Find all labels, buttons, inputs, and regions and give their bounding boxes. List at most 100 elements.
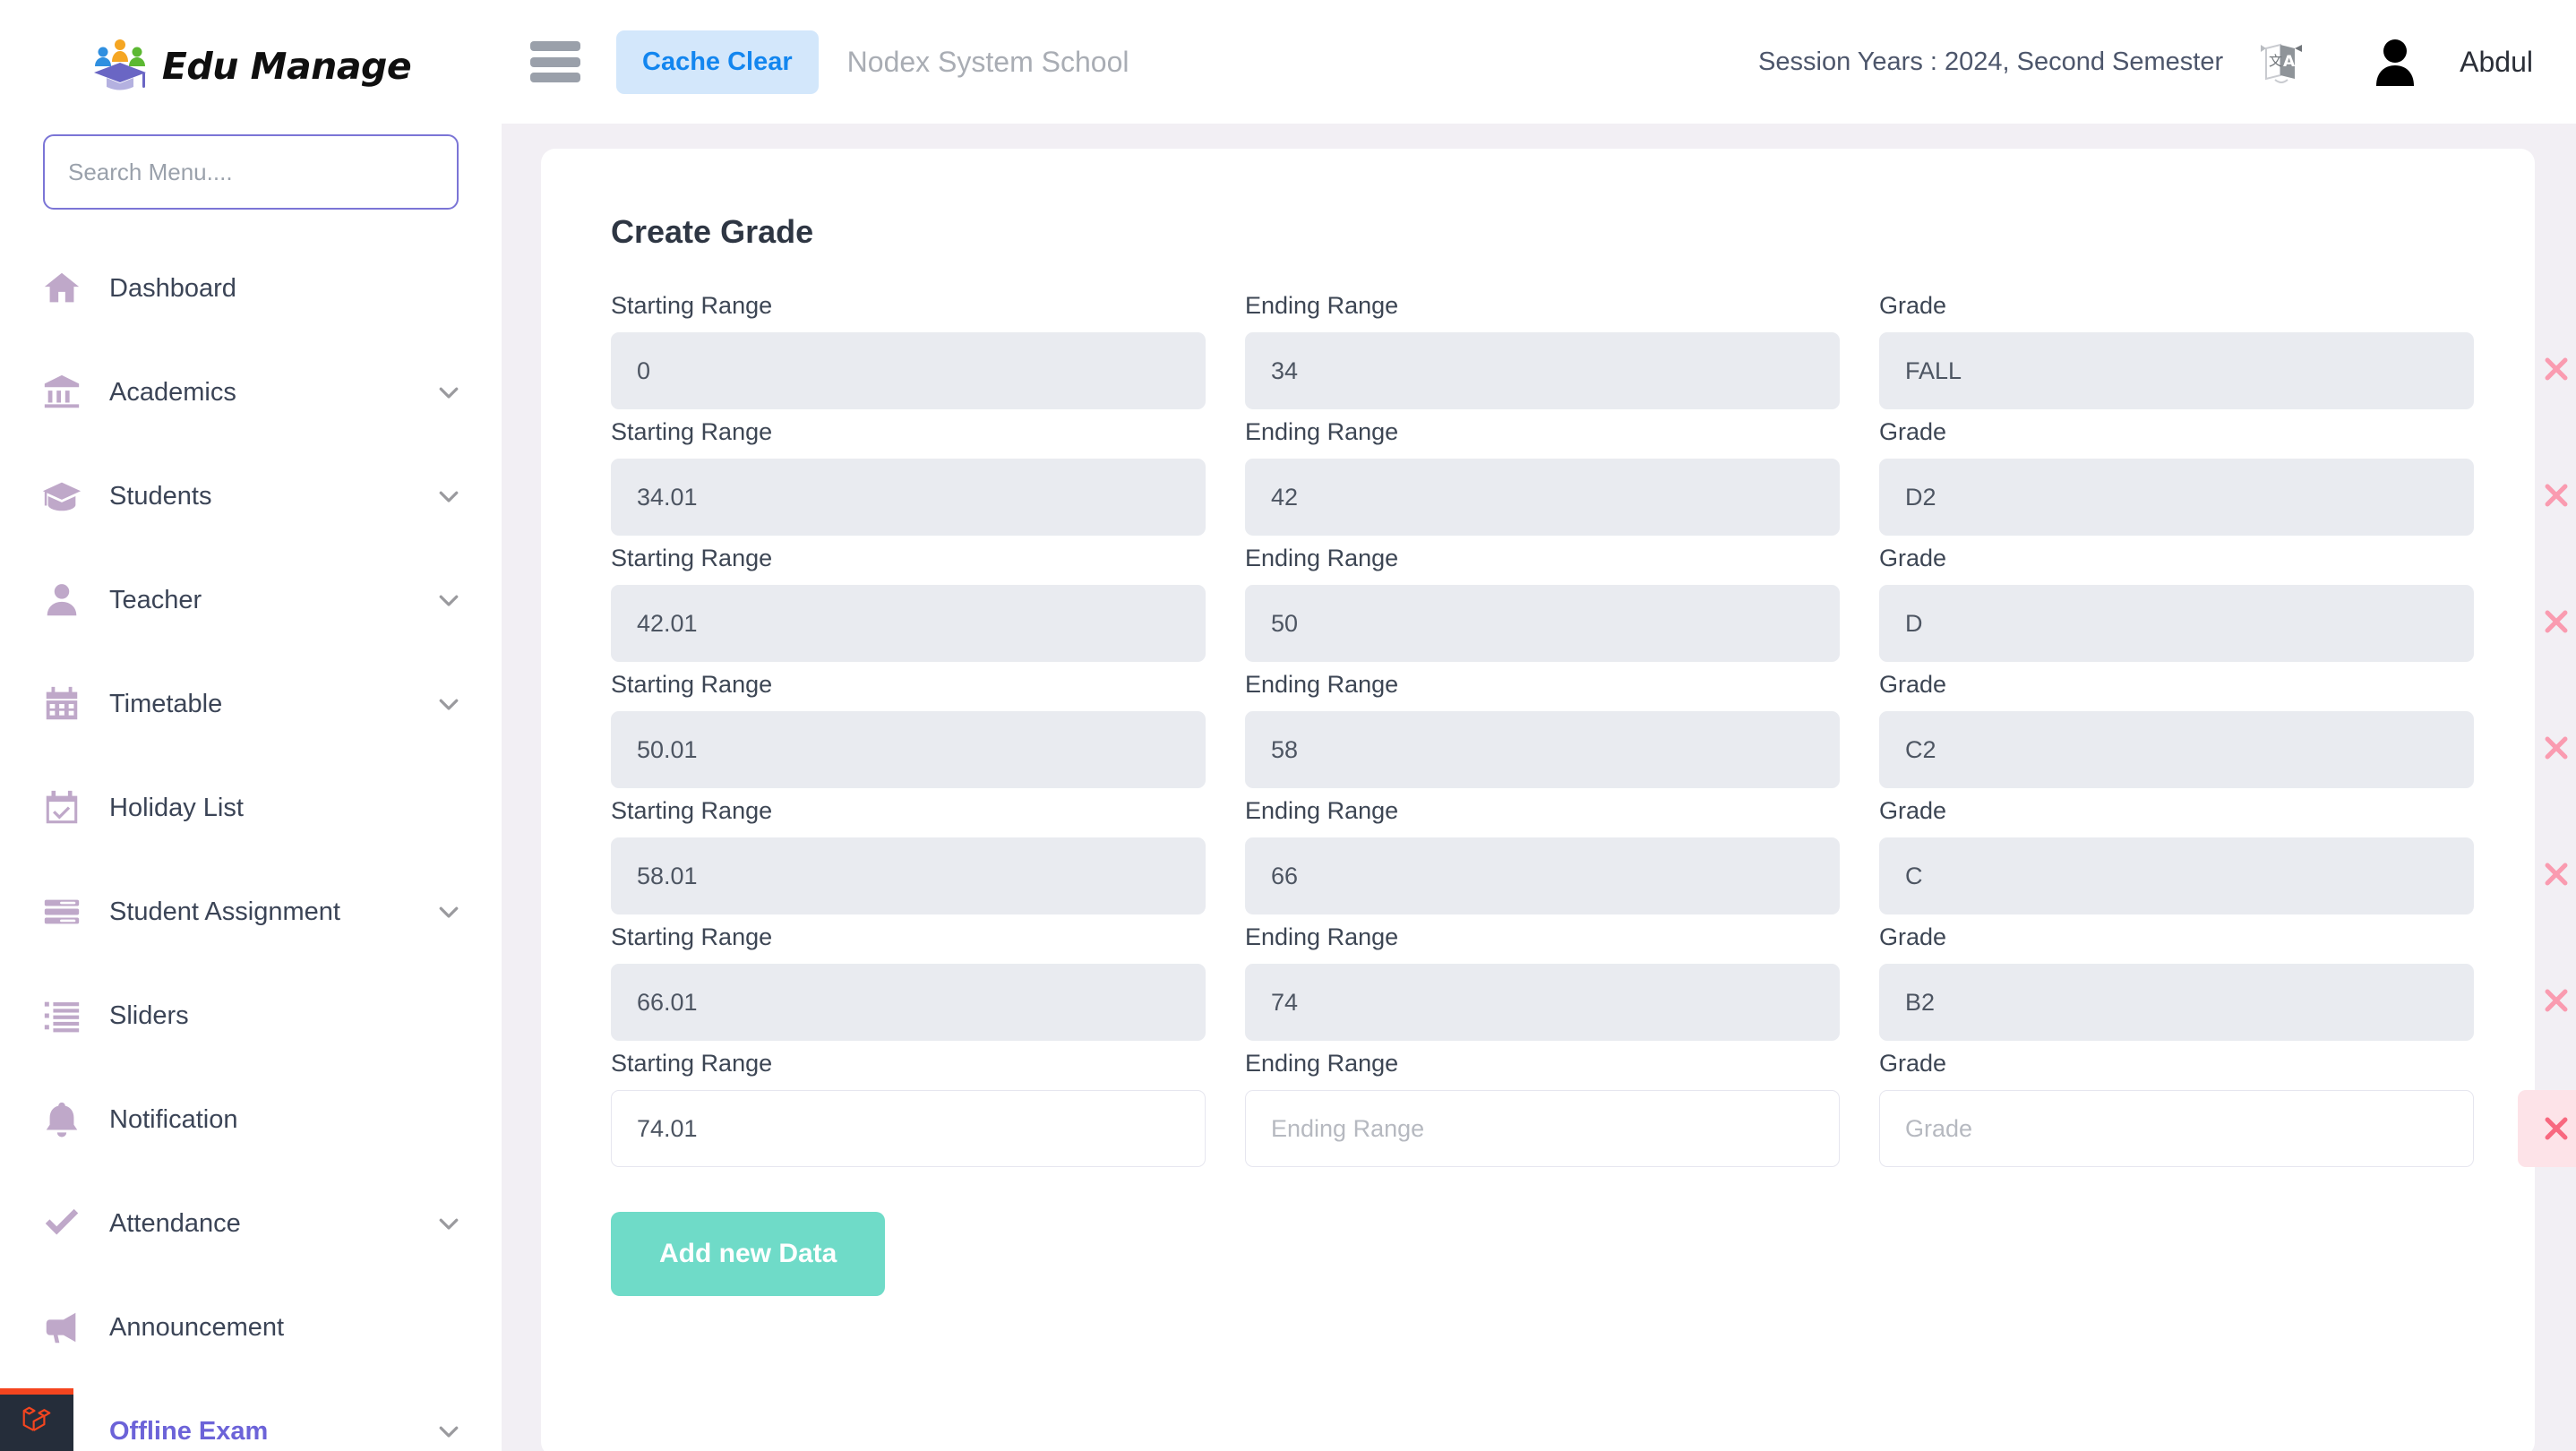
close-x-icon[interactable] <box>2536 854 2576 895</box>
add-new-data-button[interactable]: Add new Data <box>611 1212 886 1296</box>
grade-field: Grade <box>1879 797 2474 914</box>
grade-input[interactable] <box>1879 459 2474 536</box>
school-name: Nodex System School <box>846 45 1129 78</box>
starting-range-input[interactable] <box>611 585 1206 662</box>
starting-range-input[interactable] <box>611 837 1206 914</box>
chevron-down-icon[interactable] <box>435 898 462 925</box>
starting-range-input[interactable] <box>611 459 1206 536</box>
sidebar-item-sliders[interactable]: Sliders <box>0 964 502 1068</box>
ending-range-input[interactable] <box>1245 837 1840 914</box>
user-icon <box>41 580 88 621</box>
grade-field: Grade <box>1879 1050 2474 1167</box>
grade-row: Starting Range Ending Range Grade <box>611 418 2568 536</box>
grade-row: Starting Range Ending Range Grade <box>611 671 2568 788</box>
ending-range-input[interactable] <box>1245 1090 1840 1167</box>
chevron-down-icon[interactable] <box>435 1418 462 1445</box>
grade-input[interactable] <box>1879 964 2474 1041</box>
grade-label: Grade <box>1879 923 1947 950</box>
ending-range-field: Ending Range <box>1245 418 1840 536</box>
starting-range-input[interactable] <box>611 711 1206 788</box>
top-header: Cache Clear Nodex System School Session … <box>502 0 2576 124</box>
sidebar-item-label: Offline Exam <box>109 1416 269 1446</box>
close-x-icon[interactable] <box>2536 475 2576 516</box>
chevron-down-icon[interactable] <box>435 587 462 614</box>
grade-field: Grade <box>1879 418 2474 536</box>
grade-field: Grade <box>1879 292 2474 409</box>
brand-logo[interactable]: Edu Manage <box>0 0 502 133</box>
grade-label: Grade <box>1879 1050 1947 1077</box>
ending-range-input[interactable] <box>1245 964 1840 1041</box>
bank-icon <box>41 372 88 413</box>
close-x-icon[interactable] <box>2518 1089 2576 1167</box>
session-years-label: Session Years : 2024, Second Semester <box>1758 47 2224 76</box>
chevron-down-icon[interactable] <box>435 483 462 510</box>
sidebar-item-label: Student Assignment <box>109 897 340 926</box>
close-x-icon[interactable] <box>2536 601 2576 642</box>
grade-label: Grade <box>1879 797 1947 824</box>
sidebar-item-label: Attendance <box>109 1208 241 1238</box>
sidebar-item-attendance[interactable]: Attendance <box>0 1172 502 1275</box>
sidebar-item-dashboard[interactable]: Dashboard <box>0 236 502 340</box>
sidebar-item-announcement[interactable]: Announcement <box>0 1275 502 1379</box>
grade-row: Starting Range Ending Range Grade <box>611 797 2568 914</box>
sidebar-item-students[interactable]: Students <box>0 444 502 548</box>
brand-name: Edu Manage <box>161 45 412 88</box>
sidebar-item-student-assignment[interactable]: Student Assignment <box>0 860 502 964</box>
ending-range-input[interactable] <box>1245 332 1840 409</box>
starting-range-input[interactable] <box>611 332 1206 409</box>
ending-range-input[interactable] <box>1245 585 1840 662</box>
delete-row-slot <box>2513 418 2576 536</box>
close-x-icon[interactable] <box>2536 980 2576 1021</box>
svg-text:文: 文 <box>2269 53 2282 69</box>
sidebar-item-label: Teacher <box>109 585 202 614</box>
user-avatar-icon[interactable] <box>2372 37 2418 87</box>
starting-range-input[interactable] <box>611 964 1206 1041</box>
home-icon <box>41 268 88 309</box>
search-container <box>0 134 502 210</box>
sidebar-item-academics[interactable]: Academics <box>0 340 502 444</box>
ending-range-field: Ending Range <box>1245 1050 1840 1167</box>
chevron-down-icon[interactable] <box>435 1210 462 1237</box>
grade-input[interactable] <box>1879 332 2474 409</box>
grade-input[interactable] <box>1879 711 2474 788</box>
search-input[interactable] <box>43 134 459 210</box>
grade-input[interactable] <box>1879 585 2474 662</box>
sidebar-item-label: Sliders <box>109 1000 189 1030</box>
sidebar-item-notification[interactable]: Notification <box>0 1068 502 1172</box>
grade-input[interactable] <box>1879 1090 2474 1167</box>
graduation-cap-people-logo-icon <box>90 39 150 94</box>
ending-range-field: Ending Range <box>1245 292 1840 409</box>
close-x-icon[interactable] <box>2536 727 2576 768</box>
starting-range-label: Starting Range <box>611 797 773 824</box>
ending-range-label: Ending Range <box>1245 923 1399 950</box>
ending-range-field: Ending Range <box>1245 671 1840 788</box>
hamburger-bar <box>530 56 580 67</box>
sidebar-item-teacher[interactable]: Teacher <box>0 548 502 652</box>
ending-range-label: Ending Range <box>1245 671 1399 698</box>
grade-row: Starting Range Ending Range Grade <box>611 1050 2576 1167</box>
starting-range-field: Starting Range <box>611 418 1206 536</box>
cache-clear-button[interactable]: Cache Clear <box>616 30 819 94</box>
sidebar-item-timetable[interactable]: Timetable <box>0 652 502 756</box>
chevron-down-icon[interactable] <box>435 379 462 406</box>
sidebar-item-offline-exam[interactable]: Offline Exam <box>0 1379 502 1451</box>
ending-range-label: Ending Range <box>1245 418 1399 445</box>
sidebar-item-holiday-list[interactable]: Holiday List <box>0 756 502 860</box>
hamburger-icon[interactable] <box>530 38 589 86</box>
delete-row-slot <box>2513 545 2576 662</box>
grade-input[interactable] <box>1879 837 2474 914</box>
chevron-down-icon[interactable] <box>435 691 462 717</box>
delete-row-slot <box>2513 797 2576 914</box>
translate-icon[interactable]: 文 A <box>2257 36 2309 88</box>
grade-label: Grade <box>1879 671 1947 698</box>
starting-range-input[interactable] <box>611 1090 1206 1167</box>
laravel-debugbar-toggle[interactable] <box>0 1388 73 1451</box>
grade-label: Grade <box>1879 545 1947 571</box>
ending-range-label: Ending Range <box>1245 292 1399 319</box>
ending-range-input[interactable] <box>1245 711 1840 788</box>
close-x-icon[interactable] <box>2536 348 2576 390</box>
grade-field: Grade <box>1879 923 2474 1041</box>
ending-range-input[interactable] <box>1245 459 1840 536</box>
sidebar-item-label: Academics <box>109 377 236 407</box>
sidebar: Edu Manage Dashboard Academics Students Tea… <box>0 0 502 1451</box>
